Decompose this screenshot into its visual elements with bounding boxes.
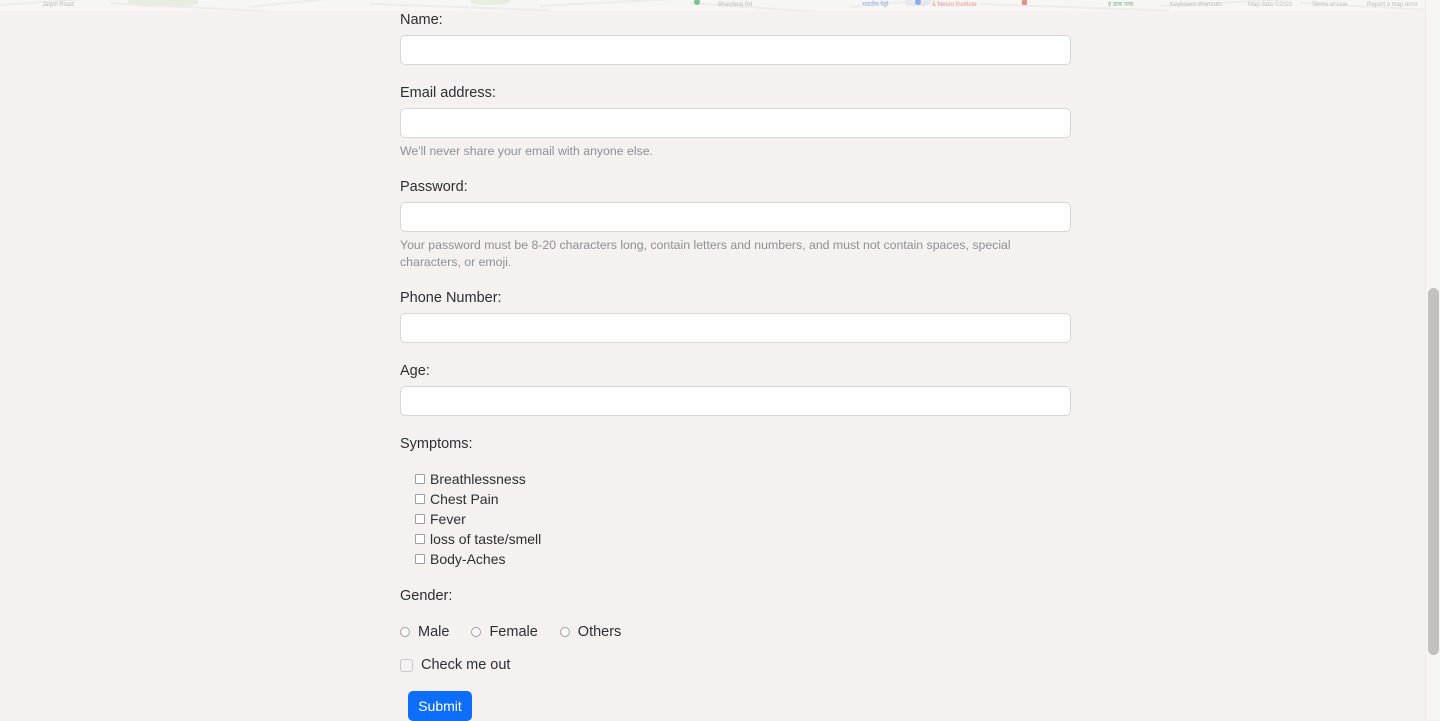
symptom-label-loss-of-taste-smell[interactable]: loss of taste/smell (430, 529, 541, 549)
symptoms-checkbox-group: Breathlessness Chest Pain Fever loss of … (415, 469, 541, 569)
terms-checkbox-row[interactable]: Check me out (400, 655, 510, 675)
symptom-option[interactable]: Fever (415, 509, 541, 529)
symptom-option[interactable]: Breathlessness (415, 469, 541, 489)
map-road (539, 0, 690, 7)
symptom-label-fever[interactable]: Fever (430, 509, 466, 529)
map-road (689, 2, 860, 11)
field-phone: Phone Number: (400, 289, 1071, 343)
map-place-pin (1022, 0, 1027, 5)
field-age: Age: (400, 362, 1071, 416)
map-green-area (470, 0, 510, 5)
check-me-out-label[interactable]: Check me out (421, 655, 510, 675)
symptom-option[interactable]: Chest Pain (415, 489, 541, 509)
map-remnant-strip: Jalpol Road Bhardwaj Rd भारतीय पेट्रो & … (0, 0, 1440, 11)
map-report-error-link: Report a map error (1367, 2, 1418, 8)
gender-radio-female[interactable] (471, 627, 482, 637)
password-input[interactable] (400, 202, 1071, 232)
map-terms-of-use-link: Terms of Use (1312, 2, 1348, 8)
symptom-label-chest-pain[interactable]: Chest Pain (430, 489, 498, 509)
name-input[interactable] (400, 35, 1071, 65)
symptom-label-body-aches[interactable]: Body-Aches (430, 549, 505, 569)
phone-input[interactable] (400, 313, 1071, 343)
map-road (249, 0, 390, 8)
map-label: ह डाक पाक (1108, 2, 1134, 8)
symptoms-label: Symptoms: (400, 436, 473, 452)
map-label: Jalpol Road (42, 2, 74, 8)
symptom-checkbox-fever[interactable] (415, 514, 425, 524)
map-label: भारतीय पेट्रो (862, 2, 889, 8)
gender-label-male[interactable]: Male (418, 622, 449, 642)
age-input[interactable] (400, 386, 1071, 416)
map-road (369, 3, 550, 11)
symptom-checkbox-body-aches[interactable] (415, 554, 425, 564)
gender-label-female[interactable]: Female (489, 622, 537, 642)
name-label: Name: (400, 12, 443, 28)
symptom-checkbox-loss-of-taste-smell[interactable] (415, 534, 425, 544)
field-symptoms: Symptoms: (400, 435, 473, 459)
map-label: & Neuro Institute (932, 2, 977, 8)
symptom-option[interactable]: Body-Aches (415, 549, 541, 569)
vertical-scrollbar-track[interactable] (1425, 0, 1440, 720)
map-keyboard-shortcuts-label: Keyboard shortcuts (1170, 2, 1222, 8)
vertical-scrollbar-thumb[interactable] (1428, 288, 1439, 655)
field-gender: Gender: (400, 587, 452, 611)
email-label: Email address: (400, 85, 496, 101)
map-road (979, 3, 1170, 11)
symptom-label-breathlessness[interactable]: Breathlessness (430, 469, 526, 489)
age-label: Age: (400, 363, 430, 379)
gender-radio-male[interactable] (400, 627, 410, 637)
password-help-text: Your password must be 8-20 characters lo… (400, 238, 1011, 269)
gender-label-others[interactable]: Others (578, 622, 622, 642)
field-email: Email address: We'll never share your em… (400, 84, 1071, 160)
registration-form: Name: Email address: We'll never share y… (0, 11, 1440, 721)
gender-option-female[interactable]: Female (471, 622, 538, 642)
gender-option-male[interactable]: Male (400, 622, 449, 642)
symptom-option[interactable]: loss of taste/smell (415, 529, 541, 549)
field-password: Password: Your password must be 8-20 cha… (400, 178, 1071, 271)
map-label: Bhardwaj Rd (718, 2, 753, 8)
submit-button[interactable]: Submit (408, 691, 472, 721)
check-me-out-checkbox[interactable] (400, 658, 413, 672)
map-data-attribution-label: Map data ©2021 (1248, 2, 1293, 8)
email-help-text: We'll never share your email with anyone… (400, 144, 653, 158)
password-label: Password: (400, 179, 468, 195)
phone-label: Phone Number: (400, 290, 502, 306)
email-input[interactable] (400, 108, 1071, 138)
symptom-checkbox-chest-pain[interactable] (415, 494, 425, 504)
symptom-checkbox-breathlessness[interactable] (415, 474, 425, 484)
gender-radio-group: Male Female Others (400, 622, 643, 642)
field-name: Name: (400, 11, 1071, 65)
gender-option-others[interactable]: Others (559, 622, 622, 642)
gender-radio-others[interactable] (559, 627, 570, 637)
gender-label: Gender: (400, 588, 453, 604)
